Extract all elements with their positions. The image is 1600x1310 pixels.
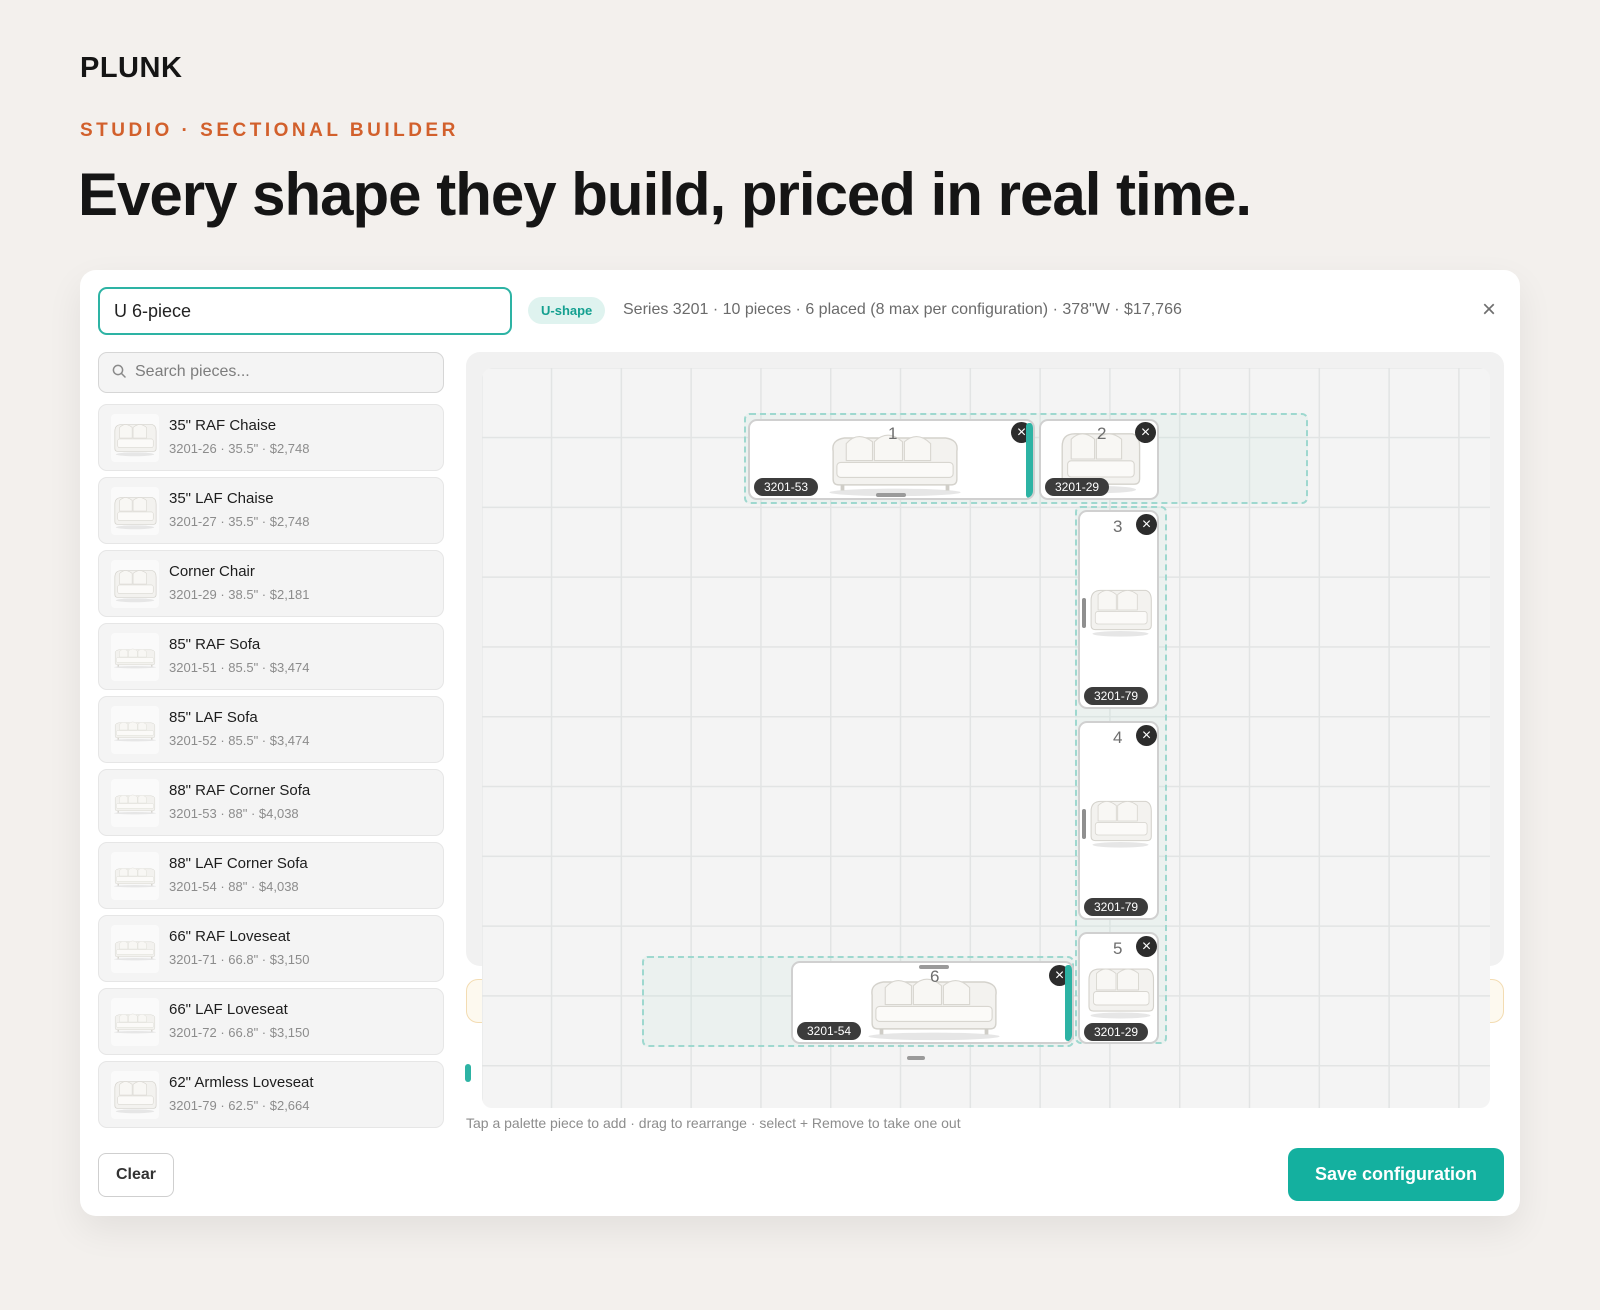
configuration-name-input[interactable] xyxy=(98,287,512,335)
search-input[interactable] xyxy=(135,353,435,391)
page-headline: Every shape they build, priced in real t… xyxy=(78,161,1252,228)
palette-item-name: 66" LAF Loveseat xyxy=(169,1001,288,1018)
palette-item[interactable]: 85" LAF Sofa 3201-52 · 85.5" · $3,474 xyxy=(98,696,444,763)
clear-button[interactable]: Clear xyxy=(98,1153,174,1197)
palette-item-meta: 3201-27 · 35.5" · $2,748 xyxy=(169,514,310,529)
palette-item[interactable]: 66" RAF Loveseat 3201-71 · 66.8" · $3,15… xyxy=(98,915,444,982)
placed-piece[interactable]: 6 3201-54 × xyxy=(791,961,1074,1044)
piece-thumbnail xyxy=(111,487,159,535)
palette-item-meta: 3201-53 · 88" · $4,038 xyxy=(169,806,299,821)
piece-number: 1 xyxy=(888,424,898,443)
palette-item-name: 35" RAF Chaise xyxy=(169,417,277,434)
palette-item-meta: 3201-54 · 88" · $4,038 xyxy=(169,879,299,894)
piece-thumbnail xyxy=(111,414,159,462)
chair-image xyxy=(1083,793,1158,849)
layout-canvas[interactable]: 1 3201-53 × 2 3201-29 × 3 3201-79 × 4 32… xyxy=(482,368,1490,1108)
palette-item[interactable]: 66" LAF Loveseat 3201-72 · 66.8" · $3,15… xyxy=(98,988,444,1055)
palette-item-meta: 3201-79 · 62.5" · $2,664 xyxy=(169,1098,310,1113)
palette-item[interactable]: Corner Chair 3201-29 · 38.5" · $2,181 xyxy=(98,550,444,617)
piece-thumbnail xyxy=(111,925,159,973)
palette-item[interactable]: 85" RAF Sofa 3201-51 · 85.5" · $3,474 xyxy=(98,623,444,690)
piece-thumbnail xyxy=(111,998,159,1046)
palette-item[interactable]: 62" Armless Loveseat 3201-79 · 62.5" · $… xyxy=(98,1061,444,1128)
sku-tag: 3201-79 xyxy=(1084,687,1149,705)
piece-number: 5 xyxy=(1113,939,1123,958)
palette-item[interactable]: 35" LAF Chaise 3201-27 · 35.5" · $2,748 xyxy=(98,477,444,544)
piece-number: 6 xyxy=(930,967,940,986)
configuration-summary: Series 3201 · 10 pieces · 6 placed (8 ma… xyxy=(623,301,1182,318)
sku-tag: 3201-79 xyxy=(1084,898,1149,916)
scroll-indicator[interactable] xyxy=(465,1064,471,1082)
placed-piece[interactable]: 3 3201-79 × xyxy=(1078,510,1159,709)
palette-item-name: 66" RAF Loveseat xyxy=(169,928,291,945)
palette-item-name: 85" RAF Sofa xyxy=(169,636,261,653)
drag-handle[interactable] xyxy=(876,493,906,497)
piece-thumbnail xyxy=(111,706,159,754)
placed-piece[interactable]: 1 3201-53 × xyxy=(748,419,1035,500)
sku-tag: 3201-53 xyxy=(754,478,819,496)
chair-image xyxy=(1083,960,1158,1020)
sku-tag: 3201-54 xyxy=(797,1022,862,1040)
palette-item-name: 62" Armless Loveseat xyxy=(169,1074,314,1091)
canvas-resize-handle[interactable] xyxy=(907,1056,925,1060)
piece-number: 2 xyxy=(1097,424,1107,443)
sectional-builder-panel: U-shape Series 3201 · 10 pieces · 6 plac… xyxy=(80,270,1520,1216)
shape-badge: U-shape xyxy=(528,297,606,324)
close-icon[interactable]: × xyxy=(1474,295,1504,325)
resize-handle[interactable] xyxy=(1065,965,1072,1041)
palette-item-meta: 3201-52 · 85.5" · $3,474 xyxy=(169,733,310,748)
palette-item[interactable]: 88" LAF Corner Sofa 3201-54 · 88" · $4,0… xyxy=(98,842,444,909)
drag-handle[interactable] xyxy=(1082,809,1086,839)
drag-handle[interactable] xyxy=(1082,598,1086,628)
section-eyebrow: STUDIO · SECTIONAL BUILDER xyxy=(80,120,459,141)
piece-thumbnail xyxy=(111,852,159,900)
piece-number: 4 xyxy=(1113,728,1123,747)
placed-piece[interactable]: 4 3201-79 × xyxy=(1078,721,1159,920)
remove-icon[interactable]: × xyxy=(1136,936,1157,957)
piece-thumbnail xyxy=(111,560,159,608)
remove-icon[interactable]: × xyxy=(1135,422,1156,443)
palette-item-name: 88" LAF Corner Sofa xyxy=(169,855,308,872)
chair-image xyxy=(1083,582,1158,638)
drag-handle[interactable] xyxy=(919,965,949,969)
palette-item-name: Corner Chair xyxy=(169,563,255,580)
palette-item-name: 35" LAF Chaise xyxy=(169,490,274,507)
palette-item-meta: 3201-26 · 35.5" · $2,748 xyxy=(169,441,310,456)
remove-icon[interactable]: × xyxy=(1136,514,1157,535)
palette-item-meta: 3201-72 · 66.8" · $3,150 xyxy=(169,1025,310,1040)
palette-item-meta: 3201-51 · 85.5" · $3,474 xyxy=(169,660,310,675)
piece-search[interactable] xyxy=(98,352,444,393)
piece-thumbnail xyxy=(111,1071,159,1119)
save-configuration-button[interactable]: Save configuration xyxy=(1288,1148,1504,1201)
palette-item-meta: 3201-29 · 38.5" · $2,181 xyxy=(169,587,310,602)
piece-number: 3 xyxy=(1113,517,1123,536)
help-text: Tap a palette piece to add · drag to rea… xyxy=(466,1115,961,1131)
sku-tag: 3201-29 xyxy=(1045,478,1110,496)
palette-item[interactable]: 35" RAF Chaise 3201-26 · 35.5" · $2,748 xyxy=(98,404,444,471)
resize-handle[interactable] xyxy=(1026,423,1033,498)
sku-tag: 3201-29 xyxy=(1084,1023,1149,1041)
palette-item-name: 85" LAF Sofa xyxy=(169,709,258,726)
piece-thumbnail xyxy=(111,633,159,681)
remove-icon[interactable]: × xyxy=(1136,725,1157,746)
brand-logo[interactable]: PLUNK xyxy=(80,52,182,85)
palette-item-meta: 3201-71 · 66.8" · $3,150 xyxy=(169,952,310,967)
search-icon xyxy=(112,364,126,378)
placed-piece[interactable]: 2 3201-29 × xyxy=(1039,419,1159,500)
palette-item-name: 88" RAF Corner Sofa xyxy=(169,782,311,799)
piece-thumbnail xyxy=(111,779,159,827)
placed-piece[interactable]: 5 3201-29 × xyxy=(1078,932,1159,1044)
palette-item[interactable]: 88" RAF Corner Sofa 3201-53 · 88" · $4,0… xyxy=(98,769,444,836)
